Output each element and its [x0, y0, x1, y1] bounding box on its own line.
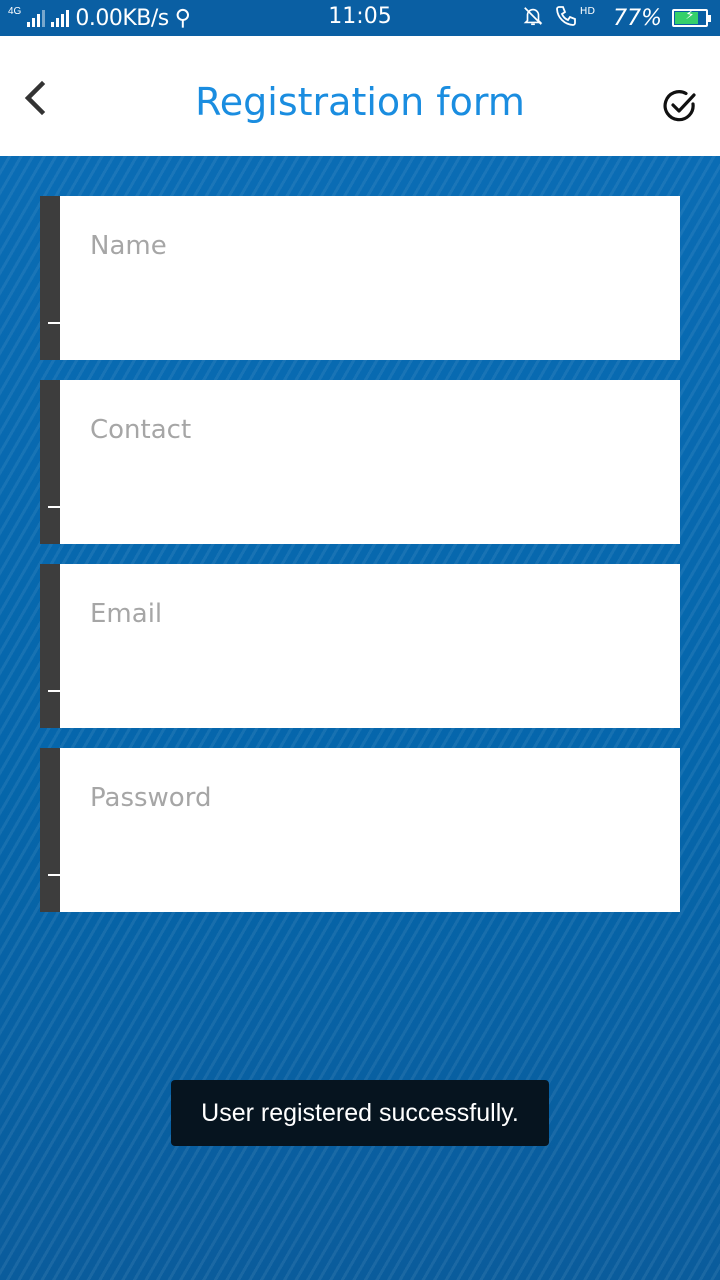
field-accent [40, 748, 60, 912]
email-field [40, 564, 680, 728]
check-circle-icon [663, 90, 696, 122]
battery-percent: 77% [613, 5, 662, 31]
app-bar: Registration form [0, 36, 720, 156]
toast-message: User registered successfully. [201, 1098, 519, 1127]
call-hd-icon [554, 4, 578, 33]
password-field [40, 748, 680, 912]
contact-field [40, 380, 680, 544]
system-icons: HD 77% ⚡ [522, 3, 711, 33]
field-accent [40, 564, 60, 728]
hd-badge: HD [579, 5, 596, 17]
email-input[interactable] [90, 594, 660, 634]
field-accent [40, 196, 60, 360]
status-bar: 4G 0.00KB/s ⚲ 11:05 HD 77% ⚡ [0, 0, 720, 36]
charging-icon: ⚡ [685, 8, 695, 23]
name-input[interactable] [90, 226, 660, 266]
battery-icon: ⚡ [672, 8, 711, 27]
contact-input[interactable] [90, 410, 660, 450]
password-input[interactable] [90, 778, 660, 818]
confirm-button[interactable] [660, 86, 700, 126]
silent-icon [522, 5, 544, 32]
field-accent [40, 380, 60, 544]
name-field [40, 196, 680, 360]
page-title: Registration form [195, 80, 525, 124]
success-toast: User registered successfully. [171, 1080, 549, 1146]
